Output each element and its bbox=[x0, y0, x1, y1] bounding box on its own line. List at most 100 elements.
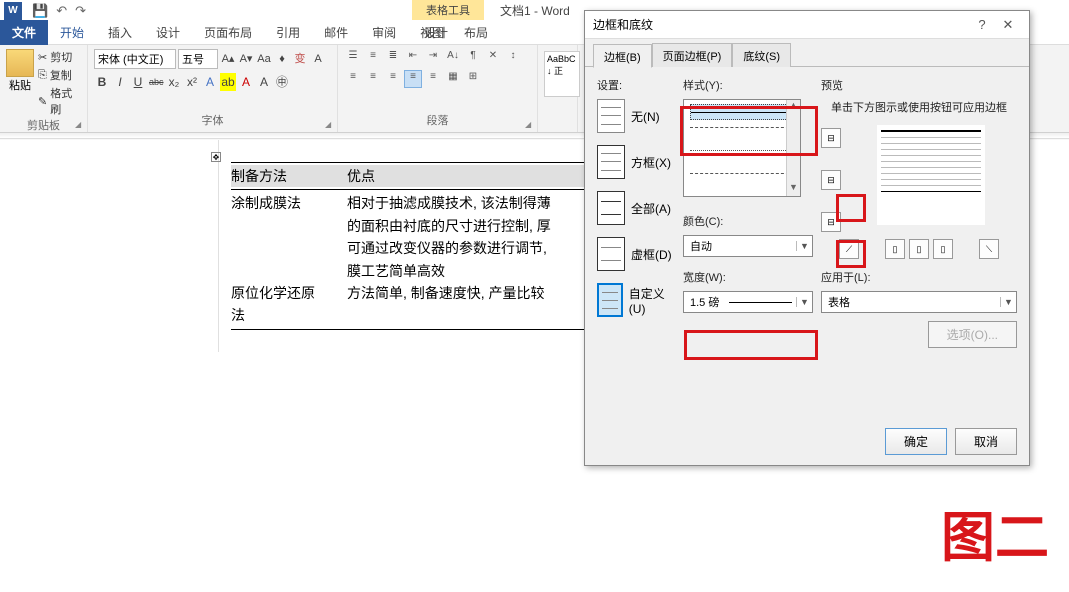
tab-home[interactable]: 开始 bbox=[48, 20, 96, 45]
setting-box[interactable]: 方框(X) bbox=[597, 145, 675, 179]
preview-left-button[interactable]: ▯ bbox=[885, 239, 905, 259]
tab-shading[interactable]: 底纹(S) bbox=[732, 43, 791, 67]
preview-right-button[interactable]: ▯ bbox=[933, 239, 953, 259]
highlight-icon[interactable]: ab bbox=[220, 73, 236, 91]
ok-button[interactable]: 确定 bbox=[885, 428, 947, 455]
style-column: 样式(Y): ▲▼ 颜色(C): 自动▼ 宽度(W): 1.5 磅 ▼ bbox=[683, 77, 813, 408]
bold-button[interactable]: B bbox=[94, 73, 110, 91]
tab-page-layout[interactable]: 页面布局 bbox=[192, 20, 264, 45]
applyto-combo[interactable]: 表格▼ bbox=[821, 291, 1017, 313]
shrink-font-icon[interactable]: A▾ bbox=[238, 50, 254, 68]
table-move-handle-icon[interactable]: ✥ bbox=[211, 152, 221, 162]
table-cell[interactable]: 相对于抽滤成膜技术, 该法制得薄 的面积由衬底的尺寸进行控制, 厚 可通过改变仪… bbox=[347, 192, 606, 282]
width-label: 宽度(W): bbox=[683, 269, 813, 285]
tab-mailings[interactable]: 邮件 bbox=[312, 20, 360, 45]
table-header-cell[interactable]: 制备方法 bbox=[231, 165, 347, 187]
tab-design[interactable]: 设计 bbox=[144, 20, 192, 45]
strike-button[interactable]: abc bbox=[148, 73, 164, 91]
tab-insert[interactable]: 插入 bbox=[96, 20, 144, 45]
redo-icon[interactable]: ↷ bbox=[75, 3, 86, 19]
paste-button[interactable]: 粘贴 bbox=[6, 49, 34, 117]
tab-page-border[interactable]: 页面边框(P) bbox=[652, 43, 733, 67]
group-label-font: 字体 bbox=[94, 112, 331, 128]
char-shading-icon[interactable]: A bbox=[256, 73, 272, 91]
align-right-icon[interactable]: ≡ bbox=[384, 70, 402, 88]
superscript-button[interactable]: x² bbox=[184, 73, 200, 91]
preview-diag2-button[interactable]: ⟍ bbox=[979, 239, 999, 259]
clipboard-launcher-icon[interactable]: ◢ bbox=[75, 120, 85, 130]
azn-icon[interactable]: ✕ bbox=[484, 49, 502, 67]
shading-icon[interactable]: ▦ bbox=[444, 70, 462, 88]
enclose-char-icon[interactable]: ㊥ bbox=[274, 73, 290, 91]
undo-icon[interactable]: ↶ bbox=[56, 3, 67, 19]
tab-border[interactable]: 边框(B) bbox=[593, 44, 652, 68]
sort-icon[interactable]: A↓ bbox=[444, 49, 462, 67]
document-page[interactable]: ✥ 制备方法 优点 涂制成膜法 相对于抽滤成膜技术, 该法制得薄 的面积由衬底的… bbox=[218, 140, 618, 352]
clear-format-icon[interactable]: ♦ bbox=[274, 50, 290, 68]
preview-inner-v-button[interactable]: ▯ bbox=[909, 239, 929, 259]
table-cell[interactable]: 原位化学还原 法 bbox=[231, 282, 347, 327]
contextual-tab-label: 表格工具 bbox=[412, 0, 484, 20]
align-justify-icon[interactable]: ≡ bbox=[404, 70, 422, 88]
preview-canvas[interactable] bbox=[877, 125, 985, 225]
font-size-combo[interactable]: 五号 bbox=[178, 49, 218, 69]
text-effect-icon[interactable]: A bbox=[202, 73, 218, 91]
change-case-icon[interactable]: Aa bbox=[256, 50, 272, 68]
group-styles: AaBbC ↓ 正 bbox=[538, 45, 578, 132]
numbering-icon[interactable]: ≡ bbox=[364, 49, 382, 67]
grow-font-icon[interactable]: A▴ bbox=[220, 50, 236, 68]
indent-inc-icon[interactable]: ⇥ bbox=[424, 49, 442, 67]
distribute-icon[interactable]: ≡ bbox=[424, 70, 442, 88]
font-name-combo[interactable]: 宋体 (中文正) bbox=[94, 49, 176, 69]
paragraph-launcher-icon[interactable]: ◢ bbox=[525, 120, 535, 130]
line-spacing-icon[interactable]: ↕ bbox=[504, 49, 522, 67]
help-icon[interactable]: ? bbox=[969, 17, 995, 32]
underline-button[interactable]: U bbox=[130, 73, 146, 91]
subscript-button[interactable]: x₂ bbox=[166, 73, 182, 91]
style-gallery-item[interactable]: AaBbC ↓ 正 bbox=[544, 51, 580, 97]
dialog-tabs: 边框(B) 页面边框(P) 底纹(S) bbox=[585, 39, 1029, 67]
scrollbar[interactable]: ▲▼ bbox=[786, 100, 800, 196]
copy-button[interactable]: ⎘ 复制 bbox=[38, 67, 81, 83]
setting-custom[interactable]: 自定义(U) bbox=[597, 283, 675, 317]
save-icon[interactable]: 💾 bbox=[32, 3, 48, 19]
width-combo[interactable]: 1.5 磅 ▼ bbox=[683, 291, 813, 313]
close-icon[interactable]: ✕ bbox=[995, 17, 1021, 33]
tab-review[interactable]: 审阅 bbox=[360, 20, 408, 45]
indent-dec-icon[interactable]: ⇤ bbox=[404, 49, 422, 67]
tab-file[interactable]: 文件 bbox=[0, 20, 48, 45]
align-center-icon[interactable]: ≡ bbox=[364, 70, 382, 88]
font-color-icon[interactable]: A bbox=[238, 73, 254, 91]
char-border-icon[interactable]: A bbox=[310, 50, 326, 68]
phonetic-icon[interactable]: 变 bbox=[292, 50, 308, 68]
align-left-icon[interactable]: ≡ bbox=[344, 70, 362, 88]
preview-label: 预览 bbox=[821, 77, 1017, 93]
cut-button[interactable]: ✂ 剪切 bbox=[38, 49, 81, 65]
setting-none[interactable]: 无(N) bbox=[597, 99, 675, 133]
preview-top-border-button[interactable]: ⊟ bbox=[821, 128, 841, 148]
setting-grid[interactable]: 虚框(D) bbox=[597, 237, 675, 271]
applyto-label: 应用于(L): bbox=[821, 269, 1017, 285]
table-cell[interactable]: 涂制成膜法 bbox=[231, 192, 347, 282]
options-button: 选项(O)... bbox=[928, 321, 1017, 348]
style-listbox[interactable]: ▲▼ bbox=[683, 99, 801, 197]
settings-column: 设置: 无(N) 方框(X) 全部(A) 虚框(D) 自定义(U) bbox=[597, 77, 675, 408]
font-launcher-icon[interactable]: ◢ bbox=[325, 120, 335, 130]
preview-diag1-button[interactable]: ⟋ bbox=[839, 239, 859, 259]
preview-bottom-border-button[interactable]: ⊟ bbox=[821, 212, 841, 232]
tab-ctx-layout[interactable]: 布局 bbox=[452, 20, 500, 45]
tab-references[interactable]: 引用 bbox=[264, 20, 312, 45]
bullets-icon[interactable]: ☰ bbox=[344, 49, 362, 67]
borders-icon[interactable]: ⊞ bbox=[464, 70, 482, 88]
cancel-button[interactable]: 取消 bbox=[955, 428, 1017, 455]
table-cell[interactable]: 方法简单, 制备速度快, 产量比较 bbox=[347, 282, 606, 327]
table-header-cell[interactable]: 优点 bbox=[347, 165, 606, 187]
doc-title: 文档1 - Word bbox=[500, 2, 570, 19]
multilevel-icon[interactable]: ≣ bbox=[384, 49, 402, 67]
format-painter-button[interactable]: ✎ 格式刷 bbox=[38, 85, 81, 117]
color-combo[interactable]: 自动▼ bbox=[683, 235, 813, 257]
preview-inner-h-button[interactable]: ⊟ bbox=[821, 170, 841, 190]
italic-button[interactable]: I bbox=[112, 73, 128, 91]
show-marks-icon[interactable]: ¶ bbox=[464, 49, 482, 67]
setting-all[interactable]: 全部(A) bbox=[597, 191, 675, 225]
